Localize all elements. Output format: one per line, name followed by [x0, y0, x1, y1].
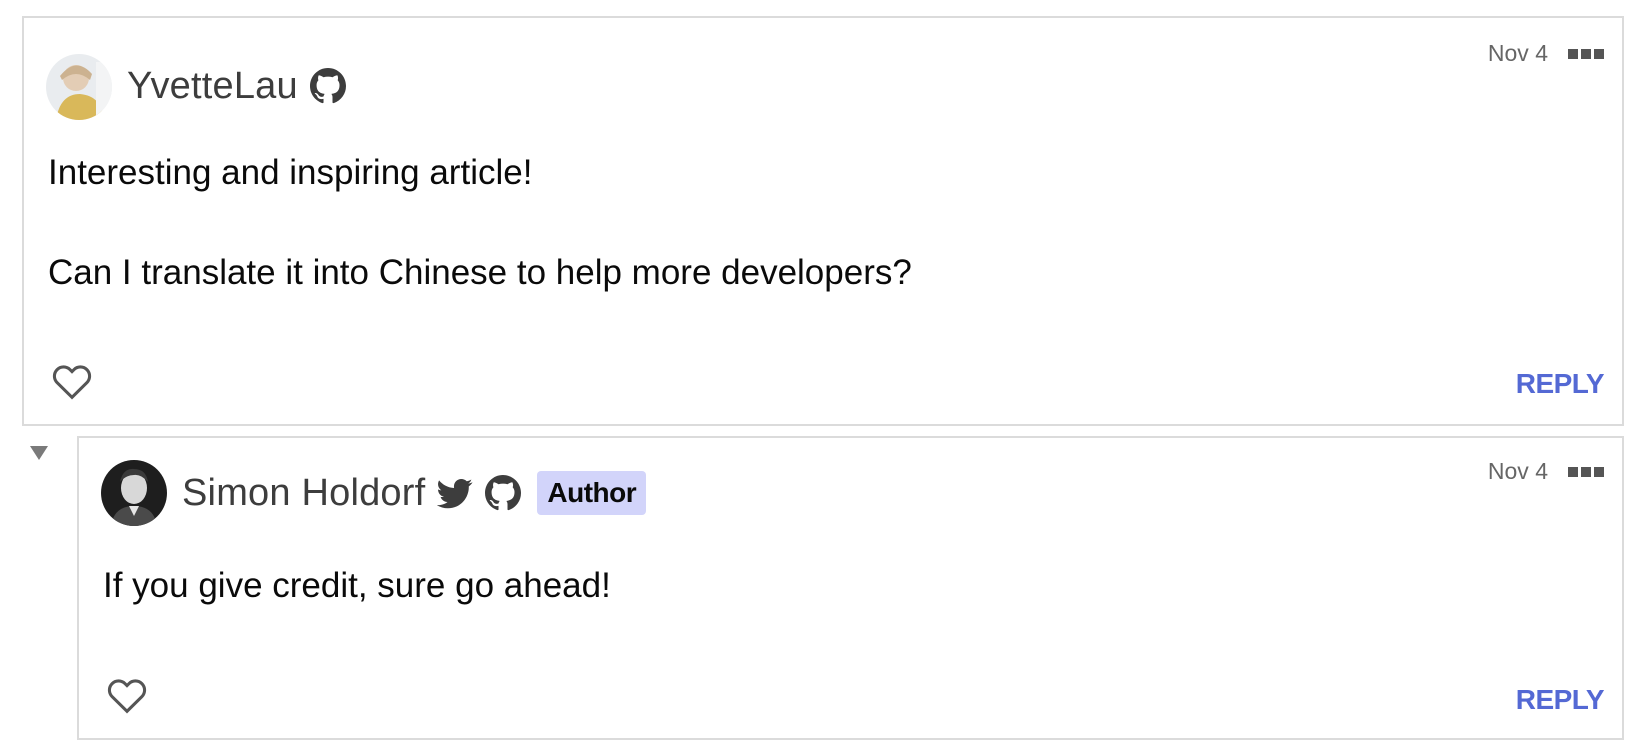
- reply-button[interactable]: REPLY: [1516, 368, 1605, 400]
- comment-body: Interesting and inspiring article! Can I…: [48, 148, 912, 298]
- author-name[interactable]: Simon Holdorf: [182, 472, 425, 515]
- reply-comment-card: Simon Holdorf Author Nov 4 If you give c…: [77, 436, 1624, 740]
- comment-date[interactable]: Nov 4: [1488, 458, 1548, 485]
- more-options-icon[interactable]: [1568, 466, 1604, 477]
- heart-outline-icon[interactable]: [104, 672, 150, 718]
- comment-paragraph: If you give credit, sure go ahead!: [103, 566, 611, 605]
- comment-meta: Nov 4: [1488, 458, 1604, 485]
- reply-button[interactable]: REPLY: [1516, 684, 1605, 716]
- author-badge: Author: [537, 471, 647, 515]
- more-options-icon[interactable]: [1568, 48, 1604, 59]
- comment-paragraph: Can I translate it into Chinese to help …: [48, 253, 912, 292]
- heart-outline-icon[interactable]: [49, 358, 95, 404]
- comment-date[interactable]: Nov 4: [1488, 40, 1548, 67]
- comment-paragraph: Interesting and inspiring article!: [48, 153, 533, 192]
- github-icon[interactable]: [485, 475, 522, 511]
- comment-card: YvetteLau Nov 4 Interesting and inspirin…: [22, 16, 1624, 426]
- author-name[interactable]: YvetteLau: [127, 65, 298, 108]
- collapse-triangle-icon[interactable]: [28, 444, 50, 462]
- comment-author-row: Simon Holdorf Author: [182, 468, 647, 518]
- comment-body: If you give credit, sure go ahead!: [103, 561, 611, 611]
- avatar[interactable]: [46, 54, 112, 120]
- avatar[interactable]: [101, 460, 167, 526]
- comment-author-row: YvetteLau: [127, 61, 346, 111]
- twitter-icon[interactable]: [437, 475, 473, 511]
- github-icon[interactable]: [309, 68, 346, 104]
- comment-meta: Nov 4: [1488, 40, 1604, 67]
